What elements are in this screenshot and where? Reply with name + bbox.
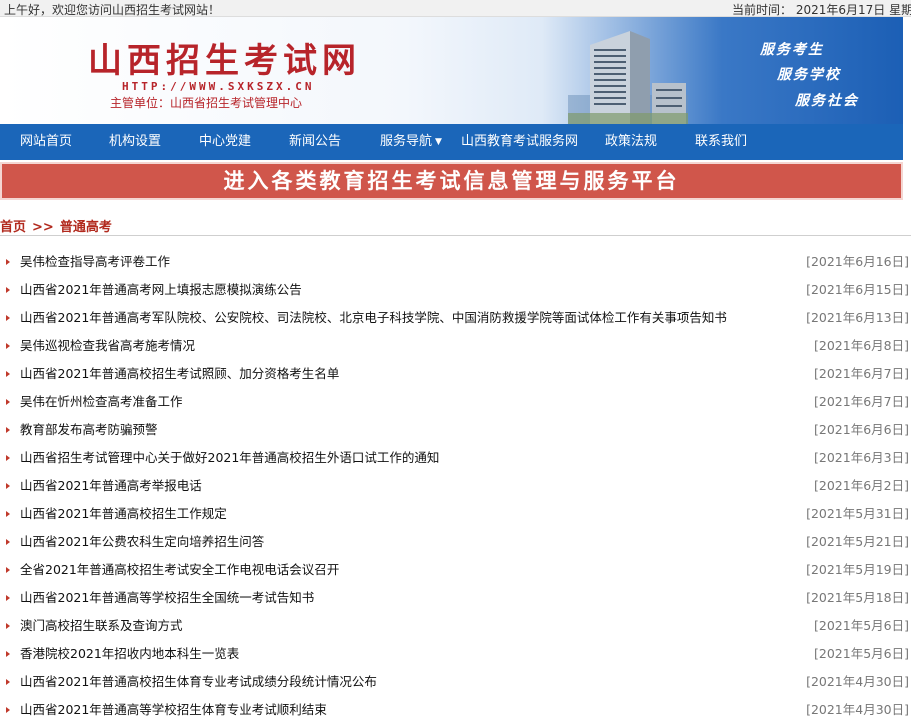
article-date: [2021年6月8日] (814, 338, 909, 353)
article-title[interactable]: 山西省2021年普通高校招生体育专业考试成绩分段统计情况公布 (20, 668, 377, 696)
article-list: 吴伟检查指导高考评卷工作 [2021年6月16日] 山西省2021年普通高考网上填… (0, 248, 911, 724)
bullet-icon (6, 455, 10, 461)
site-title[interactable]: 山西招生考试网 (88, 33, 361, 82)
slogan-students: 服务考生 (760, 42, 824, 58)
nav-item-service-guide[interactable]: 服务导航 ▼ (380, 124, 442, 160)
list-item: 吴伟在忻州检查高考准备工作 [2021年6月7日] (0, 388, 911, 416)
sponsor-text: 主管单位：山西省招生考试管理中心 (110, 96, 303, 110)
article-date: [2021年6月16日] (806, 254, 909, 269)
nav-item-news[interactable]: 新闻公告 (289, 124, 341, 160)
article-date: [2021年6月7日] (814, 394, 909, 409)
article-date: [2021年6月3日] (814, 450, 909, 465)
list-item: 山西省2021年普通高校招生考试照顾、加分资格考生名单 [2021年6月7日] (0, 360, 911, 388)
nav-item-contact[interactable]: 联系我们 (695, 124, 747, 160)
list-item: 山西省2021年普通高考网上填报志愿模拟演练公告 [2021年6月15日] (0, 276, 911, 304)
article-date: [2021年5月6日] (814, 646, 909, 661)
list-item: 香港院校2021年招收内地本科生一览表 [2021年5月6日] (0, 640, 911, 668)
list-item: 山西省2021年公费农科生定向培养招生问答 [2021年5月21日] (0, 528, 911, 556)
article-title[interactable]: 山西省2021年普通高校招生考试照顾、加分资格考生名单 (20, 360, 339, 388)
bullet-icon (6, 259, 10, 265)
article-title[interactable]: 澳门高校招生联系及查询方式 (20, 612, 183, 640)
article-title[interactable]: 全省2021年普通高校招生考试安全工作电视电话会议召开 (20, 556, 339, 584)
article-title[interactable]: 山西省招生考试管理中心关于做好2021年普通高校招生外语口试工作的通知 (20, 444, 439, 472)
article-date: [2021年5月31日] (806, 506, 909, 521)
top-bar: 上午好，欢迎您访问山西招生考试网站！ 当前时间： 2021年6月17日 星期四 (0, 0, 911, 17)
platform-banner[interactable]: 进入各类教育招生考试信息管理与服务平台 (0, 162, 903, 200)
article-date: [2021年6月6日] (814, 422, 909, 437)
article-title[interactable]: 吴伟巡视检查我省高考施考情况 (20, 332, 195, 360)
list-item: 山西省招生考试管理中心关于做好2021年普通高校招生外语口试工作的通知 [2021… (0, 444, 911, 472)
bullet-icon (6, 623, 10, 629)
list-item: 山西省2021年普通高等学校招生全国统一考试告知书 [2021年5月18日] (0, 584, 911, 612)
bullet-icon (6, 371, 10, 377)
article-title[interactable]: 香港院校2021年招收内地本科生一览表 (20, 640, 239, 668)
breadcrumb-current[interactable]: 普通高考 (60, 220, 112, 235)
bullet-icon (6, 315, 10, 321)
article-title[interactable]: 山西省2021年普通高等学校招生全国统一考试告知书 (20, 584, 314, 612)
article-date: [2021年6月7日] (814, 366, 909, 381)
article-title[interactable]: 山西省2021年普通高等学校招生体育专业考试顺利结束 (20, 696, 327, 724)
list-item: 山西省2021年普通高校招生体育专业考试成绩分段统计情况公布 [2021年4月30… (0, 668, 911, 696)
building-image (568, 31, 688, 124)
slogan-society: 服务社会 (795, 93, 859, 109)
breadcrumb: 首页 >> 普通高考 (0, 216, 911, 236)
article-date: [2021年5月6日] (814, 618, 909, 633)
bullet-icon (6, 427, 10, 433)
article-date: [2021年6月2日] (814, 478, 909, 493)
article-date: [2021年6月15日] (806, 282, 909, 297)
bullet-icon (6, 287, 10, 293)
bullet-icon (6, 483, 10, 489)
bullet-icon (6, 539, 10, 545)
bullet-icon (6, 343, 10, 349)
greeting-text: 上午好，欢迎您访问山西招生考试网站！ (4, 3, 221, 17)
bullet-icon (6, 567, 10, 573)
site-url: HTTP://WWW.SXKSZX.CN (122, 80, 315, 93)
article-date: [2021年4月30日] (806, 702, 909, 717)
article-date: [2021年5月21日] (806, 534, 909, 549)
nav-item-policy[interactable]: 政策法规 (605, 124, 657, 160)
article-date: [2021年4月30日] (806, 674, 909, 689)
article-title[interactable]: 教育部发布高考防骗预警 (20, 416, 158, 444)
bullet-icon (6, 511, 10, 517)
bullet-icon (6, 651, 10, 657)
article-date: [2021年5月18日] (806, 590, 909, 605)
list-item: 山西省2021年普通高考举报电话 [2021年6月2日] (0, 472, 911, 500)
breadcrumb-separator: >> (32, 220, 54, 235)
list-item: 山西省2021年普通高等学校招生体育专业考试顺利结束 [2021年4月30日] (0, 696, 911, 724)
nav-item-home[interactable]: 网站首页 (20, 124, 72, 160)
list-item: 教育部发布高考防骗预警 [2021年6月6日] (0, 416, 911, 444)
article-title[interactable]: 吴伟检查指导高考评卷工作 (20, 248, 170, 276)
current-time: 当前时间： 2021年6月17日 星期四 (732, 3, 911, 17)
list-item: 山西省2021年普通高校招生工作规定 [2021年5月31日] (0, 500, 911, 528)
main-nav: 网站首页 机构设置 中心党建 新闻公告 服务导航 ▼ 山西教育考试服务网 政策法规… (0, 124, 903, 160)
article-title[interactable]: 山西省2021年普通高考举报电话 (20, 472, 202, 500)
article-date: [2021年6月13日] (806, 310, 909, 325)
list-item: 全省2021年普通高校招生考试安全工作电视电话会议召开 [2021年5月19日] (0, 556, 911, 584)
article-title[interactable]: 山西省2021年普通高校招生工作规定 (20, 500, 227, 528)
article-title[interactable]: 山西省2021年普通高考军队院校、公安院校、司法院校、北京电子科技学院、中国消防… (20, 304, 727, 332)
article-title[interactable]: 吴伟在忻州检查高考准备工作 (20, 388, 183, 416)
slogan-schools: 服务学校 (777, 67, 841, 83)
list-item: 澳门高校招生联系及查询方式 [2021年5月6日] (0, 612, 911, 640)
header-banner: 山西招生考试网 HTTP://WWW.SXKSZX.CN 主管单位：山西省招生考… (0, 17, 903, 124)
breadcrumb-home[interactable]: 首页 (0, 220, 26, 235)
bullet-icon (6, 595, 10, 601)
nav-item-exam-service[interactable]: 山西教育考试服务网 (461, 124, 578, 160)
list-item: 山西省2021年普通高考军队院校、公安院校、司法院校、北京电子科技学院、中国消防… (0, 304, 911, 332)
bullet-icon (6, 707, 10, 713)
platform-banner-text: 进入各类教育招生考试信息管理与服务平台 (223, 168, 680, 193)
bullet-icon (6, 679, 10, 685)
list-item: 吴伟巡视检查我省高考施考情况 [2021年6月8日] (0, 332, 911, 360)
article-title[interactable]: 山西省2021年普通高考网上填报志愿模拟演练公告 (20, 276, 302, 304)
caret-down-icon: ▼ (435, 137, 442, 147)
nav-item-service-guide-label: 服务导航 (380, 134, 433, 149)
list-item: 吴伟检查指导高考评卷工作 [2021年6月16日] (0, 248, 911, 276)
article-date: [2021年5月19日] (806, 562, 909, 577)
article-title[interactable]: 山西省2021年公费农科生定向培养招生问答 (20, 528, 264, 556)
bullet-icon (6, 399, 10, 405)
nav-item-organization[interactable]: 机构设置 (109, 124, 161, 160)
nav-item-party[interactable]: 中心党建 (199, 124, 251, 160)
